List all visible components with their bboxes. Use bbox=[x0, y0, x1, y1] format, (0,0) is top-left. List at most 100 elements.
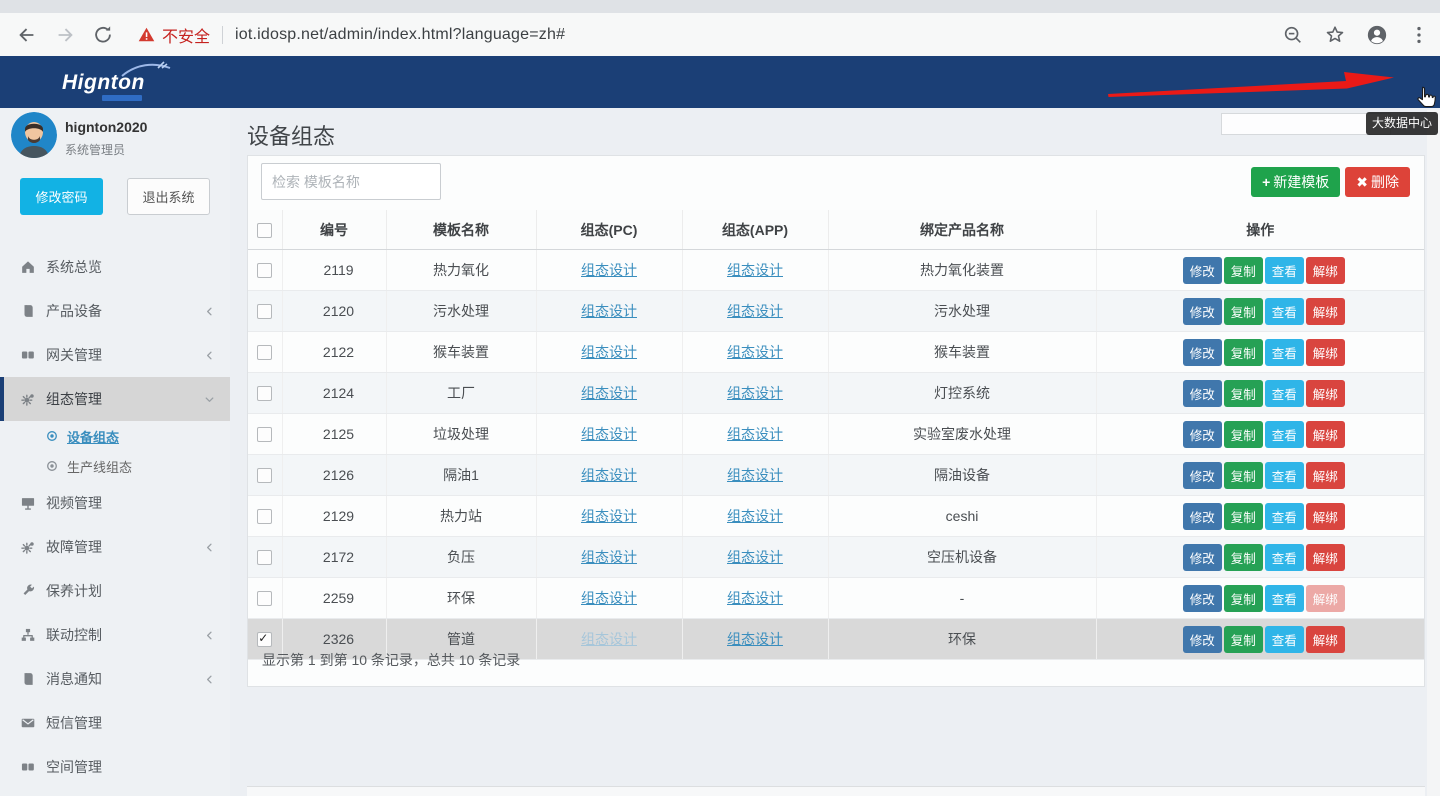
sidebar-item-fault[interactable]: 故障管理 bbox=[0, 525, 230, 569]
app-config-link[interactable]: 组态设计 bbox=[727, 344, 783, 360]
edit-button[interactable]: 修改 bbox=[1183, 503, 1222, 530]
app-config-link[interactable]: 组态设计 bbox=[727, 590, 783, 606]
zoom-out-icon[interactable] bbox=[1282, 24, 1304, 46]
profile-avatar-icon[interactable] bbox=[1366, 24, 1388, 46]
app-config-link[interactable]: 组态设计 bbox=[727, 549, 783, 565]
copy-button[interactable]: 复制 bbox=[1224, 585, 1263, 612]
logout-button[interactable]: 退出系统 bbox=[127, 178, 210, 215]
sidebar-item-sms[interactable]: 短信管理 bbox=[0, 701, 230, 745]
row-checkbox[interactable] bbox=[257, 304, 272, 319]
sidebar-item-linkage[interactable]: 联动控制 bbox=[0, 613, 230, 657]
user-avatar[interactable] bbox=[11, 112, 57, 158]
row-checkbox[interactable] bbox=[257, 427, 272, 442]
copy-button[interactable]: 复制 bbox=[1224, 380, 1263, 407]
select-all-checkbox[interactable] bbox=[257, 223, 272, 238]
edit-button[interactable]: 修改 bbox=[1183, 544, 1222, 571]
unbind-button[interactable]: 解绑 bbox=[1306, 421, 1345, 448]
copy-button[interactable]: 复制 bbox=[1224, 339, 1263, 366]
unbind-button[interactable]: 解绑 bbox=[1306, 544, 1345, 571]
bookmark-star-icon[interactable] bbox=[1324, 24, 1346, 46]
pc-config-link[interactable]: 组态设计 bbox=[581, 590, 637, 606]
edit-button[interactable]: 修改 bbox=[1183, 421, 1222, 448]
edit-button[interactable]: 修改 bbox=[1183, 257, 1222, 284]
view-button[interactable]: 查看 bbox=[1265, 339, 1304, 366]
copy-button[interactable]: 复制 bbox=[1224, 298, 1263, 325]
security-chip[interactable]: 不安全 bbox=[138, 23, 210, 47]
edit-button[interactable]: 修改 bbox=[1183, 585, 1222, 612]
sidebar-item-products[interactable]: 产品设备 bbox=[0, 289, 230, 333]
copy-button[interactable]: 复制 bbox=[1224, 462, 1263, 489]
unbind-button[interactable]: 解绑 bbox=[1306, 380, 1345, 407]
copy-button[interactable]: 复制 bbox=[1224, 421, 1263, 448]
pc-config-link[interactable]: 组态设计 bbox=[581, 467, 637, 483]
row-checkbox[interactable] bbox=[257, 550, 272, 565]
sidebar-item-video[interactable]: 视频管理 bbox=[0, 481, 230, 525]
view-button[interactable]: 查看 bbox=[1265, 503, 1304, 530]
row-id: 2120 bbox=[282, 291, 386, 332]
sidebar-subitem-line-scada[interactable]: 生产线组态 bbox=[0, 451, 230, 481]
sidebar-item-space[interactable]: 空间管理 bbox=[0, 745, 230, 789]
forward-icon[interactable] bbox=[54, 24, 76, 46]
edit-button[interactable]: 修改 bbox=[1183, 339, 1222, 366]
app-config-link[interactable]: 组态设计 bbox=[727, 467, 783, 483]
url-text[interactable]: iot.idosp.net/admin/index.html?language=… bbox=[235, 26, 565, 44]
brand-logo[interactable]: Hignton bbox=[0, 56, 230, 108]
unbind-button[interactable]: 解绑 bbox=[1306, 339, 1345, 366]
pc-config-link[interactable]: 组态设计 bbox=[581, 549, 637, 565]
delete-button[interactable]: ✖删除 bbox=[1345, 167, 1410, 197]
unbind-button[interactable]: 解绑 bbox=[1306, 298, 1345, 325]
sidebar-item-maintenance[interactable]: 保养计划 bbox=[0, 569, 230, 613]
view-button[interactable]: 查看 bbox=[1265, 380, 1304, 407]
row-checkbox[interactable] bbox=[257, 263, 272, 278]
view-button[interactable]: 查看 bbox=[1265, 585, 1304, 612]
home-icon bbox=[21, 260, 35, 274]
sidebar-item-scada[interactable]: 组态管理 bbox=[0, 377, 230, 421]
app-config-link[interactable]: 组态设计 bbox=[727, 303, 783, 319]
edit-button[interactable]: 修改 bbox=[1183, 298, 1222, 325]
pc-config-link[interactable]: 组态设计 bbox=[581, 508, 637, 524]
copy-button[interactable]: 复制 bbox=[1224, 544, 1263, 571]
row-checkbox[interactable] bbox=[257, 345, 272, 360]
pc-config-link[interactable]: 组态设计 bbox=[581, 303, 637, 319]
back-icon[interactable] bbox=[16, 24, 38, 46]
pc-config-link[interactable]: 组态设计 bbox=[581, 385, 637, 401]
unbind-button[interactable]: 解绑 bbox=[1306, 503, 1345, 530]
row-checkbox[interactable] bbox=[257, 591, 272, 606]
change-password-button[interactable]: 修改密码 bbox=[20, 178, 103, 215]
unbind-button[interactable]: 解绑 bbox=[1306, 257, 1345, 284]
template-search-input[interactable] bbox=[261, 163, 441, 200]
app-config-link[interactable]: 组态设计 bbox=[727, 262, 783, 278]
gears-icon bbox=[21, 540, 35, 554]
edit-button[interactable]: 修改 bbox=[1183, 380, 1222, 407]
table-row: 2172负压组态设计组态设计空压机设备修改复制查看解绑 bbox=[248, 537, 1424, 578]
view-button[interactable]: 查看 bbox=[1265, 462, 1304, 489]
row-checkbox[interactable] bbox=[257, 386, 272, 401]
new-template-button[interactable]: +新建模板 bbox=[1251, 167, 1340, 197]
view-button[interactable]: 查看 bbox=[1265, 257, 1304, 284]
app-config-link[interactable]: 组态设计 bbox=[727, 426, 783, 442]
main-content: 设备组态 +新建模板 ✖删除 编号 模板名称 组态(PC) 组态(APP) 绑定… bbox=[230, 108, 1440, 796]
edit-button[interactable]: 修改 bbox=[1183, 462, 1222, 489]
copy-button[interactable]: 复制 bbox=[1224, 257, 1263, 284]
sidebar-item-gateway[interactable]: 网关管理 bbox=[0, 333, 230, 377]
app-config-link[interactable]: 组态设计 bbox=[727, 508, 783, 524]
sidebar-item-notification[interactable]: 消息通知 bbox=[0, 657, 230, 701]
pc-config-link[interactable]: 组态设计 bbox=[581, 262, 637, 278]
sidebar-item-overview[interactable]: 系统总览 bbox=[0, 245, 230, 289]
unbind-button[interactable]: 解绑 bbox=[1306, 585, 1345, 612]
row-checkbox[interactable] bbox=[257, 509, 272, 524]
reload-icon[interactable] bbox=[92, 24, 114, 46]
page-scrollbar[interactable] bbox=[1427, 110, 1440, 796]
sidebar-subitem-device-scada[interactable]: 设备组态 bbox=[0, 421, 230, 451]
row-checkbox[interactable] bbox=[257, 468, 272, 483]
unbind-button[interactable]: 解绑 bbox=[1306, 462, 1345, 489]
view-button[interactable]: 查看 bbox=[1265, 298, 1304, 325]
pc-config-link[interactable]: 组态设计 bbox=[581, 344, 637, 360]
view-button[interactable]: 查看 bbox=[1265, 544, 1304, 571]
template-name: 隔油1 bbox=[386, 455, 536, 496]
browser-menu-icon[interactable] bbox=[1408, 24, 1430, 46]
copy-button[interactable]: 复制 bbox=[1224, 503, 1263, 530]
app-config-link[interactable]: 组态设计 bbox=[727, 385, 783, 401]
view-button[interactable]: 查看 bbox=[1265, 421, 1304, 448]
pc-config-link[interactable]: 组态设计 bbox=[581, 426, 637, 442]
